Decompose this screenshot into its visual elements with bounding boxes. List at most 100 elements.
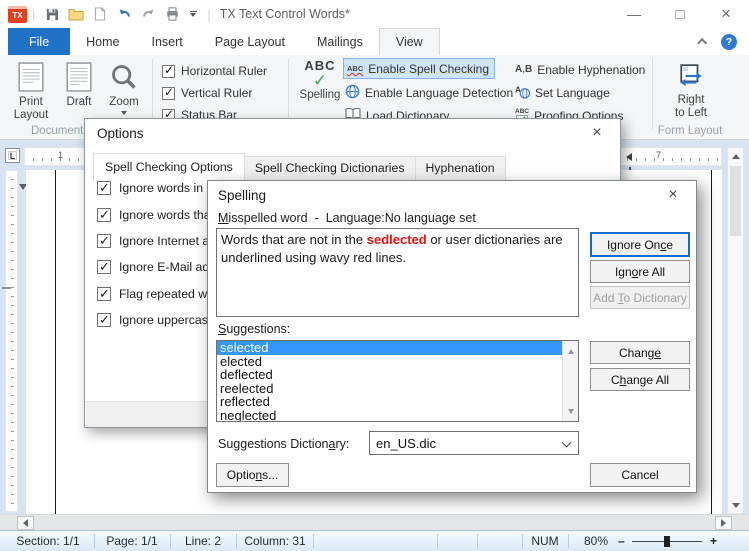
spelling-close-icon[interactable]: × xyxy=(663,186,683,204)
enable-spell-checking-button[interactable]: ABC Enable Spell Checking xyxy=(343,58,495,79)
app-window: TX | | TX Text Control Words* — □ × xyxy=(0,0,749,551)
options-tab-strip: Spell Checking Options Spell Checking Di… xyxy=(93,152,612,181)
option-checkbox-uppercase[interactable]: Ignore uppercase a xyxy=(97,313,225,327)
chevron-down-icon xyxy=(562,438,572,448)
checked-checkbox-icon xyxy=(97,208,111,222)
change-button[interactable]: Change xyxy=(590,341,690,364)
suggestions-label: Suggestions: xyxy=(218,322,290,336)
form-layout-group-label: Form Layout xyxy=(650,125,730,137)
ribbon-tab-bar: File Home Insert Page Layout Mailings Vi… xyxy=(0,28,749,55)
status-line: Line: 2 xyxy=(174,531,232,551)
quick-access-more-icon[interactable] xyxy=(186,4,200,24)
ignore-once-button[interactable]: Ignore Once xyxy=(590,232,690,257)
window-title: TX Text Control Words* xyxy=(220,7,350,21)
open-icon[interactable] xyxy=(66,4,86,24)
scroll-up-icon[interactable] xyxy=(732,154,740,159)
right-to-left-icon xyxy=(678,58,704,94)
checked-checkbox-icon xyxy=(162,65,175,78)
tab-insert[interactable]: Insert xyxy=(136,28,199,55)
globe-question-icon xyxy=(345,84,360,102)
option-checkbox-words-with[interactable]: Ignore words that c xyxy=(97,208,224,222)
change-all-button[interactable]: Change All xyxy=(590,368,690,391)
redo-icon[interactable] xyxy=(138,4,158,24)
print-icon[interactable] xyxy=(162,4,182,24)
print-layout-button[interactable]: Print Layout xyxy=(8,58,54,124)
suggestions-dictionary-label: Suggestions Dictionary: xyxy=(218,437,349,451)
zoom-button[interactable]: Zoom xyxy=(101,58,147,124)
scroll-left-icon[interactable] xyxy=(23,519,28,527)
divider: | xyxy=(32,7,35,22)
abc-wavy-underline-icon: ABC xyxy=(347,64,363,73)
status-page: Page: 1/1 xyxy=(98,531,166,551)
enable-hyphenation-button[interactable]: A,B Enable Hyphenation xyxy=(515,59,645,80)
status-num-lock: NUM xyxy=(524,531,566,551)
scroll-right-icon[interactable] xyxy=(721,519,726,527)
close-button[interactable]: × xyxy=(703,0,749,28)
ruler-marker-icon[interactable] xyxy=(626,153,632,161)
help-icon[interactable]: ? xyxy=(721,34,737,50)
zoom-dropdown-icon xyxy=(121,111,127,115)
checked-checkbox-icon xyxy=(97,260,111,274)
page-border-line xyxy=(55,170,56,514)
draft-button[interactable]: Draft xyxy=(56,58,102,124)
option-checkbox-repeated-words[interactable]: Flag repeated word xyxy=(97,287,225,301)
zoom-slider-thumb[interactable] xyxy=(664,536,670,547)
option-checkbox-uppercase-words[interactable]: Ignore words in UP xyxy=(97,181,224,195)
maximize-button[interactable]: □ xyxy=(657,0,703,28)
right-to-left-button[interactable]: Right to Left xyxy=(658,58,724,124)
zoom-in-icon[interactable]: + xyxy=(710,531,717,551)
tab-spell-checking-options[interactable]: Spell Checking Options xyxy=(93,153,245,181)
checked-checkbox-icon xyxy=(162,87,175,100)
vertical-scroll-thumb[interactable] xyxy=(730,166,741,236)
add-to-dictionary-button[interactable]: Add To Dictionary xyxy=(590,286,690,309)
tab-hyphenation[interactable]: Hyphenation xyxy=(415,156,506,180)
undo-icon[interactable] xyxy=(114,4,134,24)
options-button[interactable]: Options... xyxy=(216,463,289,487)
misspelled-word-label: Misspelled word - Language:No language s… xyxy=(218,211,476,225)
ignore-all-button[interactable]: Ignore All xyxy=(590,260,690,283)
new-document-icon[interactable] xyxy=(90,4,110,24)
suggestion-item[interactable]: elected xyxy=(217,355,578,369)
suggestion-item[interactable]: deflected xyxy=(217,368,578,382)
tab-page-layout[interactable]: Page Layout xyxy=(199,28,301,55)
suggestion-item-selected[interactable]: selected xyxy=(217,341,578,355)
print-layout-icon xyxy=(18,58,44,96)
tab-stop-selector[interactable]: L xyxy=(5,148,20,163)
group-separator xyxy=(652,59,653,129)
suggestion-item[interactable]: neglected xyxy=(217,409,578,423)
tab-spell-checking-dictionaries[interactable]: Spell Checking Dictionaries xyxy=(244,156,416,180)
suggestions-dictionary-dropdown[interactable]: en_US.dic xyxy=(369,431,579,455)
scroll-up-icon[interactable] xyxy=(568,349,574,354)
ruler-tick xyxy=(2,287,11,289)
set-language-button[interactable]: A Set Language xyxy=(515,82,610,103)
status-column: Column: 31 xyxy=(240,531,310,551)
listbox-scrollbar[interactable] xyxy=(562,341,578,421)
suggestions-listbox[interactable]: selected elected deflected reelected ref… xyxy=(216,340,579,422)
option-checkbox-internet-addresses[interactable]: Ignore Internet add xyxy=(97,234,223,248)
horizontal-scrollbar[interactable] xyxy=(0,514,749,530)
page-border-line xyxy=(711,170,712,514)
minimize-button[interactable]: — xyxy=(611,0,657,28)
vertical-scrollbar[interactable] xyxy=(727,147,744,514)
scroll-down-icon[interactable] xyxy=(732,503,740,508)
zoom-out-icon[interactable]: – xyxy=(618,531,625,551)
suggestion-item[interactable]: reelected xyxy=(217,382,578,396)
tab-view[interactable]: View xyxy=(379,28,440,55)
checkbox-horizontal-ruler[interactable]: Horizontal Ruler xyxy=(162,62,267,80)
tab-home[interactable]: Home xyxy=(70,28,135,55)
status-zoom-percent: 80% xyxy=(574,531,618,551)
draft-icon xyxy=(66,58,92,96)
save-icon[interactable] xyxy=(42,4,62,24)
misspelled-word-textbox[interactable]: Words that are not in the sedlected or u… xyxy=(216,228,579,317)
suggestion-item[interactable]: reflected xyxy=(217,395,578,409)
checked-checkbox-icon xyxy=(97,313,111,327)
tab-mailings[interactable]: Mailings xyxy=(301,28,379,55)
collapse-ribbon-icon[interactable] xyxy=(697,38,707,48)
scroll-down-icon[interactable] xyxy=(568,409,574,414)
enable-language-detection-button[interactable]: Enable Language Detection xyxy=(345,82,513,103)
options-close-icon[interactable]: × xyxy=(587,124,607,142)
tab-file[interactable]: File xyxy=(8,28,70,55)
cancel-button[interactable]: Cancel xyxy=(590,463,690,487)
checkbox-vertical-ruler[interactable]: Vertical Ruler xyxy=(162,84,252,102)
green-check-icon: ✓ xyxy=(313,73,327,89)
